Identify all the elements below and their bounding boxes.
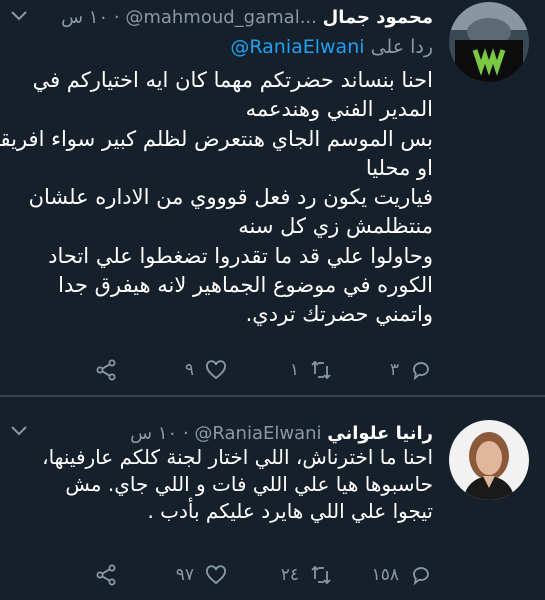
- display-name[interactable]: رانيا علواني: [327, 423, 433, 444]
- chevron-down-icon[interactable]: [8, 423, 30, 439]
- tweet-text-line: بس الموسم الجاي هنتعرض لظلم كبير سواء اف…: [0, 126, 433, 151]
- reply-button[interactable]: ٣: [390, 355, 433, 385]
- reply-icon: [413, 362, 429, 381]
- like-count: ٩: [184, 360, 194, 380]
- reply-count: ٣: [389, 360, 399, 380]
- share-button[interactable]: [94, 355, 118, 385]
- retweet-count: ١: [289, 360, 299, 380]
- chevron-down-icon[interactable]: [8, 8, 30, 24]
- timestamp-separator: ·: [182, 423, 189, 444]
- tweet-text-line: منتظلمش زي كل سنه: [238, 214, 433, 239]
- tweet-text: احنا ما اخترناش، اللي اختار لجنة كلكم عا…: [33, 444, 433, 525]
- share-button[interactable]: [94, 560, 118, 590]
- replying-to-mention[interactable]: @RaniaElwani: [230, 36, 364, 58]
- tweet-actions: ١٥٨ ٢٤ ٩٧: [23, 560, 433, 590]
- tweet-text-line: او محليا: [365, 155, 433, 180]
- tweet[interactable]: رانيا علواني @RaniaElwani · ١٠ س احنا ما…: [0, 397, 545, 600]
- reply-count: ١٥٨: [371, 565, 399, 585]
- retweet-icon: [311, 565, 331, 585]
- user-handle[interactable]: @mahmoud_gamal...: [125, 7, 317, 28]
- tweet-header: محمود جمال @mahmoud_gamal... · ١٠ س: [61, 6, 433, 30]
- tweet-actions: ٣ ١ ٩: [23, 355, 433, 385]
- timestamp[interactable]: ١٠ س: [130, 423, 177, 444]
- replying-to: ردا على @RaniaElwani: [230, 34, 433, 60]
- avatar[interactable]: [449, 2, 529, 82]
- tweet-text-line: الكوره في موضوع الجماهير لانه هيفرق جدا: [58, 273, 433, 298]
- tweet-text: احنا بنساند حضرتكم مهما كان ايه اختياركم…: [0, 66, 433, 330]
- like-button[interactable]: ٩٧: [176, 560, 228, 590]
- tweet-text-line: احنا ما اخترناش، اللي اختار لجنة كلكم عا…: [42, 445, 433, 469]
- tweet-header: رانيا علواني @RaniaElwani · ١٠ س: [130, 422, 433, 446]
- tweet-text-line: تيجوا علي اللي هايرد عليكم بأدب .: [147, 499, 433, 523]
- reply-icon: [413, 567, 429, 586]
- retweet-button[interactable]: ١: [290, 355, 333, 385]
- replying-to-label: ردا على: [370, 36, 433, 58]
- tweet[interactable]: محمود جمال @mahmoud_gamal... · ١٠ س ردا …: [0, 0, 545, 395]
- heart-icon: [206, 360, 226, 380]
- tweet-text-line: واتمني حضرتك تردي.: [245, 302, 433, 327]
- retweet-button[interactable]: ٢٤: [281, 560, 333, 590]
- like-count: ٩٧: [175, 565, 194, 585]
- tweet-text-line: احنا بنساند حضرتكم مهما كان ايه اختياركم…: [32, 68, 433, 92]
- tweet-text-line: المدير الفني وهندعمه: [245, 97, 433, 122]
- retweet-icon: [311, 360, 331, 380]
- timestamp-separator: ·: [113, 7, 120, 28]
- share-icon: [96, 359, 116, 381]
- like-button[interactable]: ٩: [185, 355, 228, 385]
- tweet-text-line: حاسبوها هيا علي اللي فات و اللي جاي. مش: [65, 472, 433, 496]
- tweet-text-line: فياريت يكون رد فعل قوووي من الاداره علشا…: [28, 185, 433, 210]
- retweet-count: ٢٤: [280, 565, 299, 585]
- tweet-text-line: وحاولوا علي قد ما تقدروا تضغطوا علي اتحا…: [48, 243, 433, 268]
- display-name[interactable]: محمود جمال: [323, 7, 433, 28]
- timestamp[interactable]: ١٠ س: [61, 7, 108, 28]
- avatar[interactable]: [449, 420, 529, 500]
- heart-icon: [206, 565, 226, 585]
- share-icon: [96, 564, 116, 586]
- user-handle[interactable]: @RaniaElwani: [194, 423, 321, 444]
- reply-button[interactable]: ١٥٨: [372, 560, 433, 590]
